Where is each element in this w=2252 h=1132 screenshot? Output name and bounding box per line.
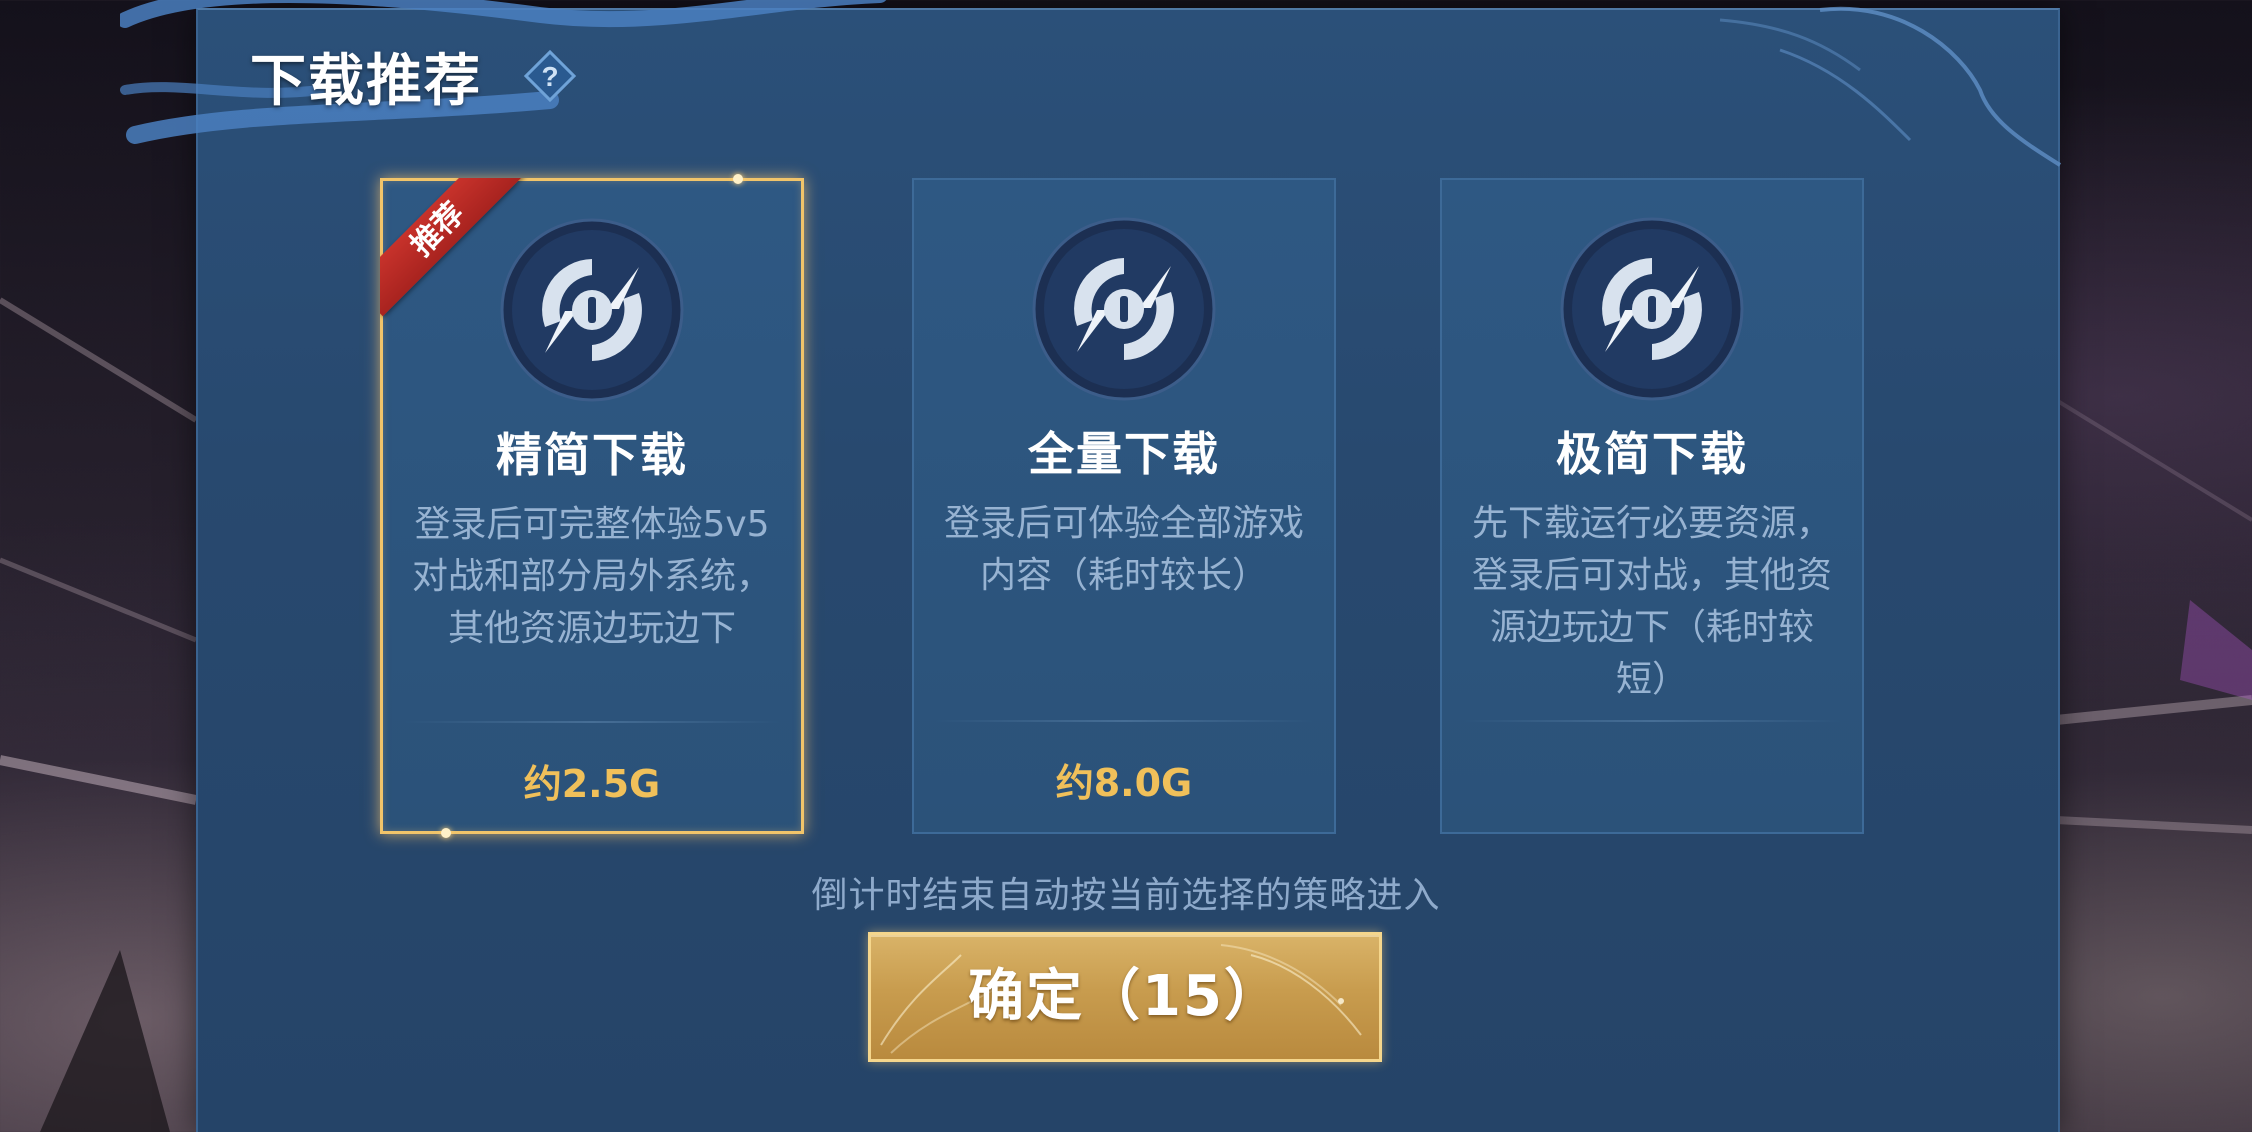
divider <box>1462 720 1842 722</box>
option-description: 登录后可体验全部游戏内容（耗时较长） <box>943 503 1304 596</box>
download-emblem-icon <box>500 218 684 402</box>
option-size: 约2.5G <box>523 762 661 806</box>
option-description: 先下载运行必要资源，登录后可对战，其他资源边玩边下（耗时较短） <box>1471 503 1832 700</box>
confirm-button-label: 确定（15） <box>968 964 1282 1029</box>
svg-text:?: ? <box>541 61 558 92</box>
option-card-full-download[interactable]: 全量下载 登录后可体验全部游戏内容（耗时较长） 约8.0G <box>912 178 1336 834</box>
download-emblem-icon <box>1032 217 1216 401</box>
dialog-title: 下载推荐 <box>250 49 482 114</box>
corner-sparkle <box>733 174 743 184</box>
countdown-hint: 倒计时结束自动按当前选择的策略进入 <box>811 875 1441 916</box>
divider <box>403 721 781 723</box>
option-size: 约8.0G <box>1055 761 1193 805</box>
option-card-lite-download[interactable]: 推荐 精简下载 登录后可完整体验5v5对战和部分局外系统，其他资源边玩边下 约2… <box>380 174 804 838</box>
option-title: 全量下载 <box>1028 427 1220 481</box>
option-title: 极简下载 <box>1556 427 1748 481</box>
download-emblem-icon <box>1560 217 1744 401</box>
corner-sparkle <box>441 828 451 838</box>
divider <box>934 720 1314 722</box>
option-title: 精简下载 <box>496 428 688 482</box>
question-diamond-icon[interactable]: ? <box>520 46 580 106</box>
confirm-button[interactable]: 确定（15） <box>868 932 1382 1062</box>
option-card-minimal-download[interactable]: 极简下载 先下载运行必要资源，登录后可对战，其他资源边玩边下（耗时较短） <box>1440 178 1864 834</box>
option-description: 登录后可完整体验5v5对战和部分局外系统，其他资源边玩边下 <box>411 504 772 649</box>
